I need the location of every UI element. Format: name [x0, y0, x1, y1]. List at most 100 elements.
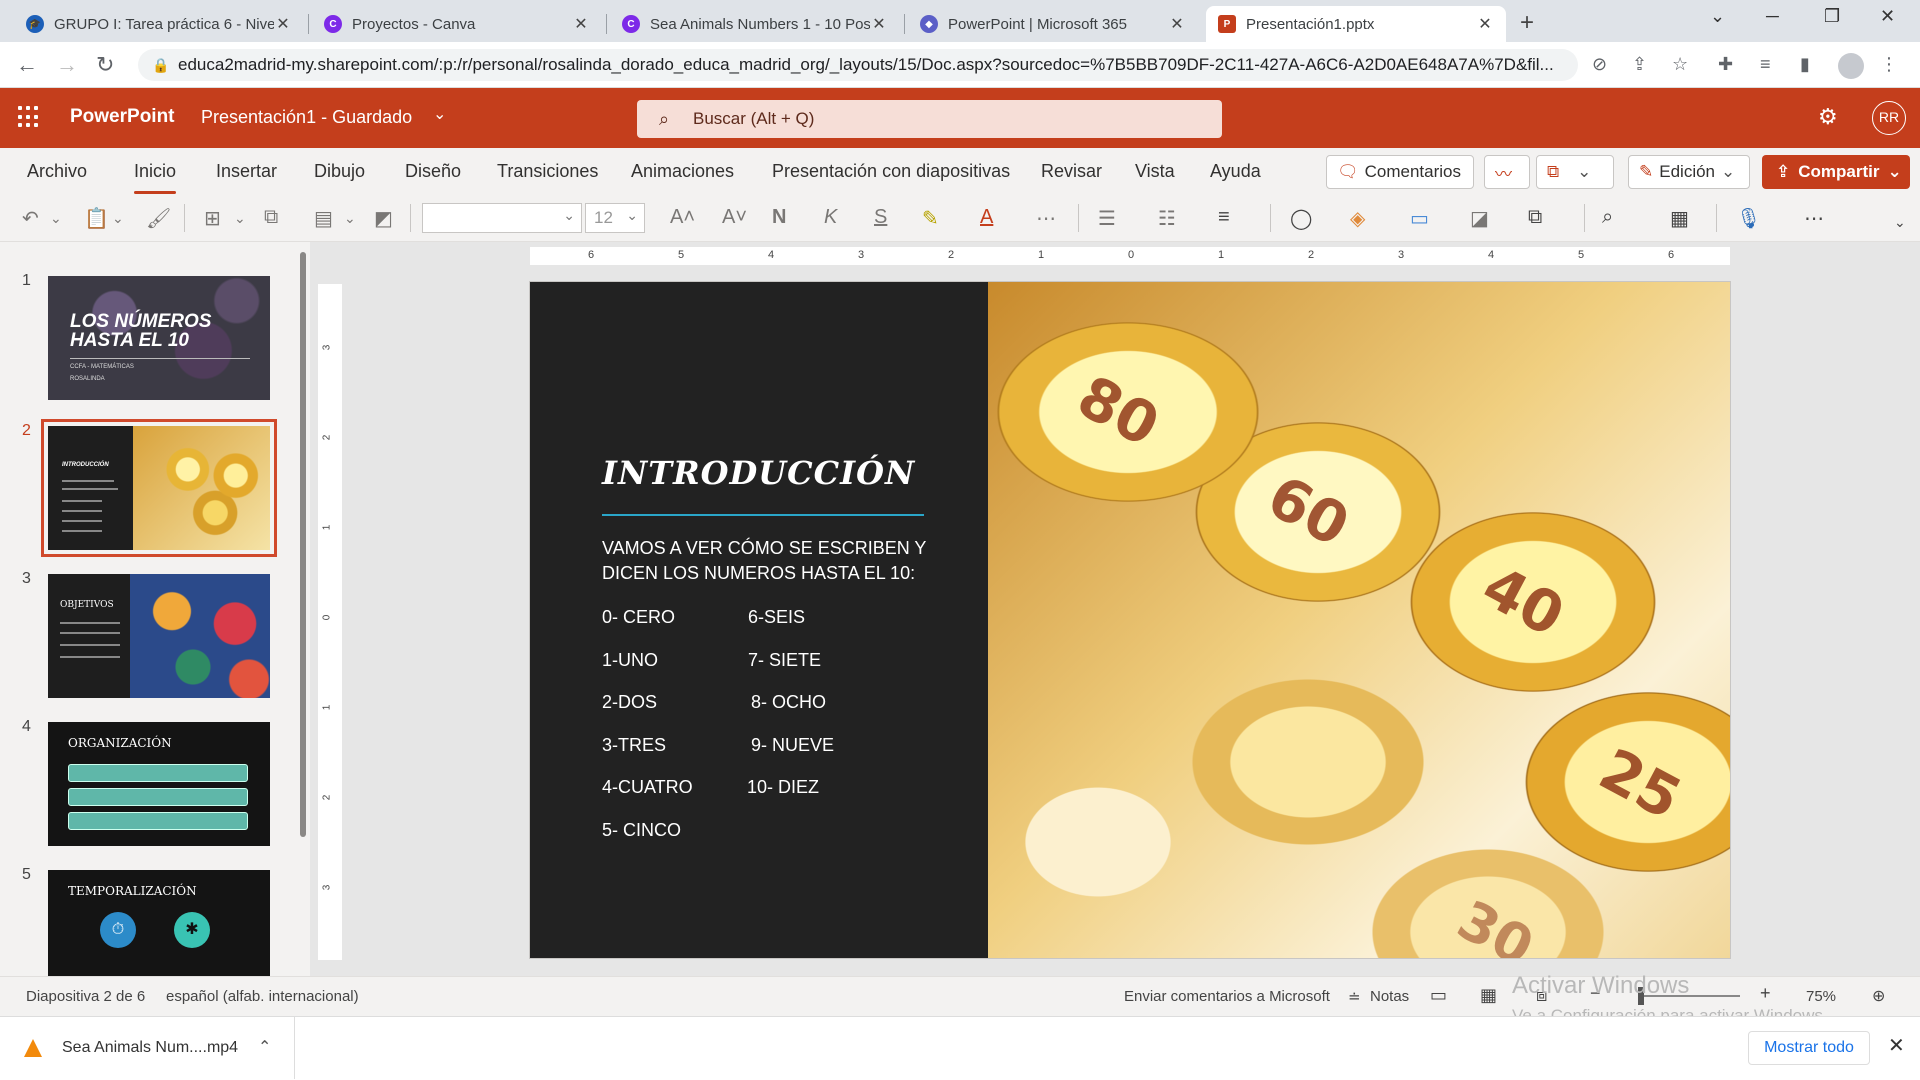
highlight-icon[interactable]: ✎ [922, 206, 939, 231]
normal-view-icon[interactable]: ▭ [1430, 985, 1447, 1006]
shape-outline-icon[interactable]: ▭ [1410, 206, 1429, 231]
extensions-icon[interactable]: ✚ [1718, 54, 1733, 75]
increase-font-icon[interactable]: A˄ [670, 206, 695, 229]
language-indicator[interactable]: español (alfab. internacional) [166, 988, 359, 1005]
close-tab-icon[interactable]: ✕ [1168, 14, 1186, 34]
browser-menu-icon[interactable]: ⋮ [1880, 54, 1898, 75]
url-field[interactable]: 🔒 educa2madrid-my.sharepoint.com/:p:/r/p… [138, 49, 1578, 81]
app-launcher-icon[interactable] [18, 106, 40, 128]
number-item[interactable]: 7- SIETE [748, 650, 821, 671]
close-tab-icon[interactable]: ✕ [572, 14, 590, 34]
fit-slide-icon[interactable]: ⊕ [1872, 986, 1885, 1006]
feedback-link[interactable]: Enviar comentarios a Microsoft [1124, 988, 1330, 1005]
slide-thumbnail-2[interactable]: INTRODUCCIÓN [41, 419, 277, 557]
slide-thumbnail-3[interactable]: OBJETIVOS [48, 574, 270, 698]
slide-thumbnail-5[interactable]: TEMPORALIZACIÓN ⏱ ✱ [48, 870, 270, 976]
collapse-ribbon-icon[interactable]: ⌄ [1894, 214, 1906, 231]
underline-icon[interactable]: S [874, 206, 887, 229]
notes-toggle[interactable]: Notas [1370, 988, 1409, 1005]
app-name[interactable]: PowerPoint [70, 106, 175, 128]
bookmark-star-icon[interactable]: ☆ [1672, 54, 1688, 75]
comments-button[interactable]: 🗨 Comentarios [1326, 155, 1474, 189]
italic-icon[interactable]: K [824, 206, 837, 229]
editing-mode-button[interactable]: ✎ Edición ⌄ [1628, 155, 1750, 189]
notes-icon[interactable]: ≐ [1348, 988, 1361, 1006]
tab-search-chevron-icon[interactable]: ⌄ [1710, 6, 1725, 27]
user-avatar[interactable]: RR [1872, 101, 1906, 135]
tab-revisar[interactable]: Revisar [1041, 161, 1102, 182]
reuse-slides-icon[interactable]: ⧉ [264, 206, 278, 229]
bullets-icon[interactable]: ☰ [1098, 206, 1116, 231]
font-color-icon[interactable]: A [980, 206, 993, 229]
tab-diseno[interactable]: Diseño [405, 161, 461, 182]
browser-tab[interactable]: 🎓 GRUPO I: Tarea práctica 6 - Nivel ✕ [14, 6, 304, 42]
share-button[interactable]: ⇪ Compartir ⌄ [1762, 155, 1910, 189]
restore-icon[interactable]: ❐ [1824, 6, 1840, 27]
tab-dibujo[interactable]: Dibujo [314, 161, 365, 182]
close-tab-icon[interactable]: ✕ [870, 14, 888, 34]
shape-effects-icon[interactable]: ◪ [1470, 206, 1489, 231]
number-item[interactable]: 9- NUEVE [751, 735, 834, 756]
zoom-level[interactable]: 75% [1806, 988, 1836, 1005]
bold-icon[interactable]: N [772, 206, 786, 229]
number-item[interactable]: 0- CERO [602, 607, 675, 628]
find-icon[interactable]: ⌕ [1602, 206, 1613, 229]
tab-archivo[interactable]: Archivo [27, 161, 87, 182]
slide-thumbnail-4[interactable]: ORGANIZACIÓN [48, 722, 270, 846]
side-panel-icon[interactable]: ▮ [1800, 54, 1810, 75]
tab-vista[interactable]: Vista [1135, 161, 1175, 182]
share-icon[interactable]: ⇪ [1632, 54, 1647, 75]
decrease-font-icon[interactable]: A˅ [722, 206, 747, 229]
tab-ayuda[interactable]: Ayuda [1210, 161, 1261, 182]
tab-insertar[interactable]: Insertar [216, 161, 277, 182]
number-item[interactable]: 3-TRES [602, 735, 666, 756]
lottery-balls-image[interactable]: 80 60 40 25 30 [988, 282, 1730, 958]
dictate-mic-icon[interactable]: 🎙 [1736, 206, 1761, 231]
back-icon[interactable]: ← [16, 52, 38, 78]
close-tab-icon[interactable]: ✕ [1476, 14, 1494, 34]
forward-icon[interactable]: → [56, 52, 78, 78]
shapes-icon[interactable]: ◯ [1290, 206, 1312, 231]
tab-inicio[interactable]: Inicio [134, 161, 177, 194]
close-tab-icon[interactable]: ✕ [274, 14, 292, 34]
minimize-icon[interactable]: ─ [1766, 6, 1779, 27]
font-family-select[interactable]: ⌄ [422, 203, 582, 233]
new-slide-icon[interactable]: ⊞ [204, 206, 221, 231]
more-font-options-icon[interactable]: ⋯ [1036, 206, 1056, 231]
number-item[interactable]: 10- DIEZ [747, 777, 819, 798]
new-tab-icon[interactable]: + [1520, 9, 1534, 37]
chevron-up-icon[interactable]: ⌃ [258, 1037, 271, 1057]
number-item[interactable]: 5- CINCO [602, 820, 681, 841]
tab-transiciones[interactable]: Transiciones [497, 161, 598, 182]
chevron-down-icon[interactable]: ⌄ [112, 210, 124, 227]
profile-avatar[interactable] [1838, 53, 1864, 79]
thumbnails-scrollbar[interactable] [300, 252, 306, 837]
present-button[interactable]: ⧉ ⌄ [1536, 155, 1614, 189]
document-title[interactable]: Presentación1 - Guardado [201, 107, 412, 128]
eye-off-icon[interactable]: ⊘ [1592, 54, 1607, 75]
add-in-icon[interactable]: ▦ [1670, 206, 1689, 231]
number-item[interactable]: 4-CUATRO [602, 777, 693, 798]
chevron-down-icon[interactable]: ⌄ [433, 104, 446, 124]
reading-list-icon[interactable]: ≡ [1760, 54, 1771, 75]
reload-icon[interactable]: ↻ [96, 52, 114, 78]
chevron-down-icon[interactable]: ⌄ [234, 210, 246, 227]
settings-gear-icon[interactable]: ⚙ [1818, 104, 1838, 130]
browser-tab[interactable]: C Sea Animals Numbers 1 - 10 Posi ✕ [610, 6, 900, 42]
slide-canvas[interactable]: INTRODUCCIÓN VAMOS A VER CÓMO SE ESCRIBE… [530, 282, 1730, 958]
align-icon[interactable]: ≡ [1218, 206, 1230, 229]
zoom-in-icon[interactable]: + [1760, 983, 1771, 1004]
number-item[interactable]: 2-DOS [602, 692, 657, 713]
browser-tab[interactable]: C Proyectos - Canva ✕ [312, 6, 602, 42]
undo-icon[interactable]: ↶ [22, 206, 39, 231]
slide-sorter-icon[interactable]: ▦ [1480, 985, 1497, 1006]
tab-presentacion[interactable]: Presentación con diapositivas [772, 161, 1010, 182]
chevron-down-icon[interactable]: ⌄ [344, 210, 356, 227]
font-size-select[interactable]: 12 ⌄ [585, 203, 645, 233]
slide-intro-text[interactable]: VAMOS A VER CÓMO SE ESCRIBEN Y DICEN LOS… [602, 536, 942, 586]
number-item[interactable]: 6-SEIS [748, 607, 805, 628]
shape-fill-icon[interactable]: ◈ [1350, 206, 1365, 231]
number-item[interactable]: 8- OCHO [751, 692, 826, 713]
chevron-down-icon[interactable]: ⌄ [50, 210, 62, 227]
download-item[interactable]: Sea Animals Num....mp4 [0, 1017, 295, 1079]
